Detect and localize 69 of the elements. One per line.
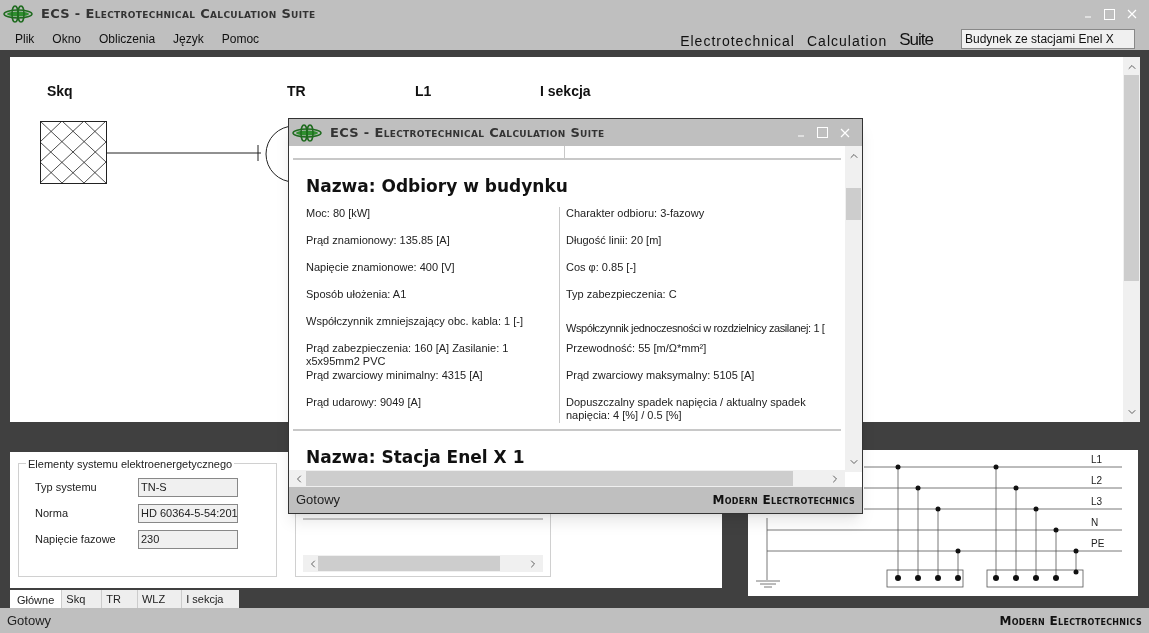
horizontal-scrollbar[interactable] bbox=[303, 555, 543, 572]
property-text: Napięcie znamionowe: 400 [V] bbox=[306, 260, 456, 274]
property-text: Prąd udarowy: 9049 [A] bbox=[306, 395, 422, 409]
property-text: Typ zabezpieczenia: C bbox=[566, 287, 678, 301]
close-icon[interactable] bbox=[1127, 9, 1137, 19]
close-icon[interactable] bbox=[840, 127, 850, 138]
field-label: Napięcie fazowe bbox=[35, 531, 117, 547]
property-text: Prąd znamionowy: 135.85 [A] bbox=[306, 233, 451, 247]
ground-symbol bbox=[755, 517, 781, 588]
company-name: Modern Electrotechnics bbox=[712, 492, 855, 509]
diagram-label: TR bbox=[287, 82, 306, 101]
line-label: L1 bbox=[1091, 454, 1103, 465]
field-label: Norma bbox=[35, 505, 69, 521]
vertical-scrollbar[interactable] bbox=[845, 146, 862, 472]
tab[interactable]: I sekcja bbox=[181, 590, 240, 608]
tab[interactable]: Skq bbox=[61, 590, 102, 608]
source-symbol bbox=[40, 121, 107, 184]
status-text: Gotowy bbox=[296, 491, 341, 510]
scrollbar-thumb[interactable] bbox=[318, 556, 500, 571]
brand-word: Calculation bbox=[807, 33, 888, 49]
diagram-label: Skq bbox=[47, 82, 73, 101]
scrollbar-thumb[interactable] bbox=[306, 471, 793, 486]
scrollbar-thumb[interactable] bbox=[846, 188, 861, 220]
tab[interactable]: Główne bbox=[10, 590, 62, 610]
input-field[interactable]: TN-S bbox=[138, 477, 238, 497]
line-label: N bbox=[1091, 517, 1099, 528]
property-text: Prąd zabezpieczenia: 160 [A] Zasilanie: 1 x5x95mm2 PVC bbox=[306, 341, 510, 368]
vertical-scrollbar[interactable] bbox=[1123, 57, 1140, 422]
field-label: Typ systemu bbox=[35, 479, 98, 495]
property-text: Współczynnik zmniejszający obc. kabla: 1 [-] bbox=[306, 314, 525, 328]
property-text: Długość linii: 20 [m] bbox=[566, 233, 663, 247]
diagram-label: L1 bbox=[415, 82, 432, 101]
tab[interactable]: WLZ bbox=[136, 590, 182, 608]
project-name-field[interactable]: Budynek ze stacjami Enel X bbox=[961, 29, 1135, 49]
line-label: PE bbox=[1091, 538, 1105, 549]
logo-icon bbox=[3, 5, 33, 23]
property-text: Prąd zwarciowy maksymalny: 5105 [A] bbox=[566, 368, 756, 382]
maximize-icon[interactable] bbox=[817, 127, 828, 138]
section-heading: Nazwa: Stacja Enel X 1 bbox=[305, 445, 526, 469]
property-text: Przewodność: 55 [m/Ω*mm²] bbox=[566, 341, 708, 355]
logo-icon bbox=[292, 123, 322, 142]
input-field[interactable]: HD 60364-5-54:201 bbox=[138, 503, 238, 523]
property-text: Cos φ: 0.85 [-] bbox=[566, 260, 638, 274]
maximize-icon[interactable] bbox=[1104, 8, 1115, 20]
property-text: Moc: 80 [kW] bbox=[306, 206, 372, 220]
section-heading: Nazwa: Odbiory w budynku bbox=[305, 175, 569, 198]
brand-word: Electrotechnical bbox=[680, 33, 795, 49]
menu-item[interactable]: Język bbox=[166, 30, 211, 48]
line-label: L2 bbox=[1091, 475, 1103, 486]
property-text: Dopuszczalny spadek napięcia / aktualny spadek napięcia: 4 [%] / 0.5 [%] bbox=[566, 395, 807, 422]
property-text: Prąd zwarciowy minimalny: 4315 [A] bbox=[306, 368, 484, 382]
diagram-label: I sekcja bbox=[540, 82, 591, 101]
horizontal-scrollbar[interactable] bbox=[289, 470, 845, 487]
property-text: Współczynnik jednoczesności w rozdzielnicy zasilanej: 1 [ bbox=[566, 321, 825, 335]
input-field[interactable]: 230 bbox=[138, 529, 238, 549]
tab[interactable]: TR bbox=[101, 590, 137, 608]
brand-word: Suite bbox=[899, 31, 933, 49]
menu-item[interactable]: Okno bbox=[45, 30, 89, 48]
company-name: Modern Electrotechnics bbox=[999, 612, 1142, 630]
scrollbar-thumb[interactable] bbox=[1124, 75, 1139, 281]
menu-item[interactable]: Pomoc bbox=[214, 30, 267, 48]
property-text: Sposób ułożenia: A1 bbox=[306, 287, 408, 301]
property-text: Charakter odbioru: 3-fazowy bbox=[566, 206, 706, 220]
line-label: L3 bbox=[1091, 496, 1103, 507]
window-title: ECS - Electrotechnical Calculation Suite bbox=[41, 5, 316, 24]
menu-item[interactable]: Plik bbox=[8, 30, 42, 48]
menu-item[interactable]: Obliczenia bbox=[92, 30, 163, 48]
dialog-title: ECS - Electrotechnical Calculation Suite bbox=[330, 123, 605, 142]
status-text: Gotowy bbox=[7, 611, 52, 630]
